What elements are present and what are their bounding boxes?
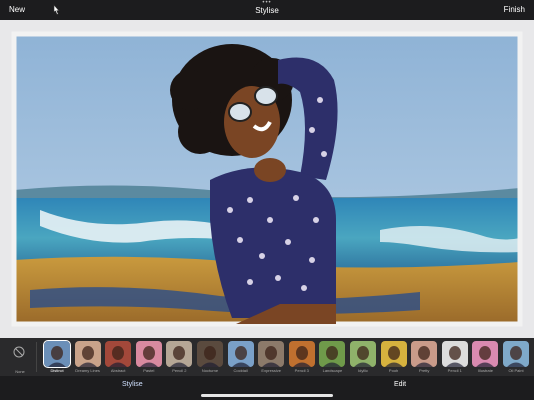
style-thumbnail bbox=[258, 341, 285, 367]
no-style-icon bbox=[13, 346, 25, 358]
style-tile[interactable]: Pencil 2 bbox=[166, 341, 193, 373]
style-label: Distinct bbox=[50, 368, 64, 373]
tab-stylise[interactable]: Stylise bbox=[122, 381, 143, 388]
style-tile[interactable]: Pastel bbox=[135, 341, 162, 373]
style-label: Illustrate bbox=[477, 368, 493, 373]
style-label: Pencil 3 bbox=[294, 368, 309, 373]
tab-edit[interactable]: Edit bbox=[394, 381, 406, 388]
style-thumbnail bbox=[74, 341, 101, 367]
style-none-tile[interactable]: None bbox=[6, 342, 34, 374]
style-label: Nocturne bbox=[201, 368, 219, 373]
style-thumbnail bbox=[441, 341, 468, 367]
style-thumbnail bbox=[288, 341, 315, 367]
style-thumbnail bbox=[472, 341, 499, 367]
style-thumbnail bbox=[43, 340, 71, 368]
more-options-dots[interactable]: ••• bbox=[0, 0, 534, 6]
style-thumbnail bbox=[411, 341, 438, 367]
style-tile[interactable]: Abstract bbox=[105, 341, 132, 373]
home-indicator bbox=[201, 394, 333, 397]
style-tile[interactable]: Pretty bbox=[411, 341, 438, 373]
style-tile[interactable]: Pencil 3 bbox=[288, 341, 315, 373]
style-none-label: None bbox=[15, 369, 25, 374]
style-tile[interactable]: Pencil 1 bbox=[441, 341, 468, 373]
style-thumbnail bbox=[350, 341, 376, 367]
style-label: Pooh bbox=[388, 368, 399, 373]
style-tile[interactable]: Distinct bbox=[43, 340, 71, 373]
style-label: Abstract bbox=[110, 368, 126, 373]
style-label: Dreamy Lines bbox=[75, 368, 100, 373]
style-label: Landscape bbox=[322, 368, 343, 373]
style-label: Cocktail bbox=[233, 368, 248, 373]
style-tile[interactable]: Expressive bbox=[258, 341, 285, 373]
stylised-photo bbox=[11, 31, 523, 327]
style-tile[interactable]: Landscape bbox=[319, 341, 346, 373]
style-thumbnail bbox=[380, 341, 407, 367]
style-label: Oil Paint bbox=[508, 368, 524, 373]
style-thumbnail bbox=[319, 341, 346, 367]
image-canvas[interactable] bbox=[0, 20, 534, 338]
style-thumbnail bbox=[227, 341, 254, 367]
page-title: Stylise bbox=[255, 6, 279, 15]
style-tile[interactable]: Nocturne bbox=[197, 341, 223, 373]
style-filmstrip[interactable]: None Distinct Dreamy Lines Abstract Pastel P… bbox=[0, 338, 534, 376]
style-thumbnail bbox=[105, 341, 132, 367]
style-tile[interactable]: Dreamy Lines bbox=[74, 341, 101, 373]
style-thumbnail bbox=[166, 341, 193, 367]
style-tile[interactable]: Cocktail bbox=[227, 341, 254, 373]
style-tile[interactable]: Illustrate bbox=[472, 341, 499, 373]
finish-button[interactable]: Finish bbox=[504, 5, 525, 14]
style-label: Idyllic bbox=[357, 368, 368, 373]
style-thumbnail bbox=[135, 341, 162, 367]
style-label: Pencil 1 bbox=[447, 368, 462, 373]
style-label: Pretty bbox=[418, 368, 430, 373]
style-label: Pencil 2 bbox=[172, 368, 187, 373]
style-thumbnail bbox=[197, 341, 223, 367]
style-tile[interactable]: Pooh bbox=[380, 341, 407, 373]
style-tile[interactable]: Idyllic bbox=[350, 341, 376, 373]
top-bar: New ••• Stylise Finish bbox=[0, 0, 534, 20]
style-thumbnail bbox=[503, 341, 529, 367]
style-label: Expressive bbox=[261, 368, 281, 373]
style-tile[interactable]: Oil Paint bbox=[503, 341, 529, 373]
style-label: Pastel bbox=[143, 368, 155, 373]
filmstrip-divider bbox=[36, 342, 37, 372]
